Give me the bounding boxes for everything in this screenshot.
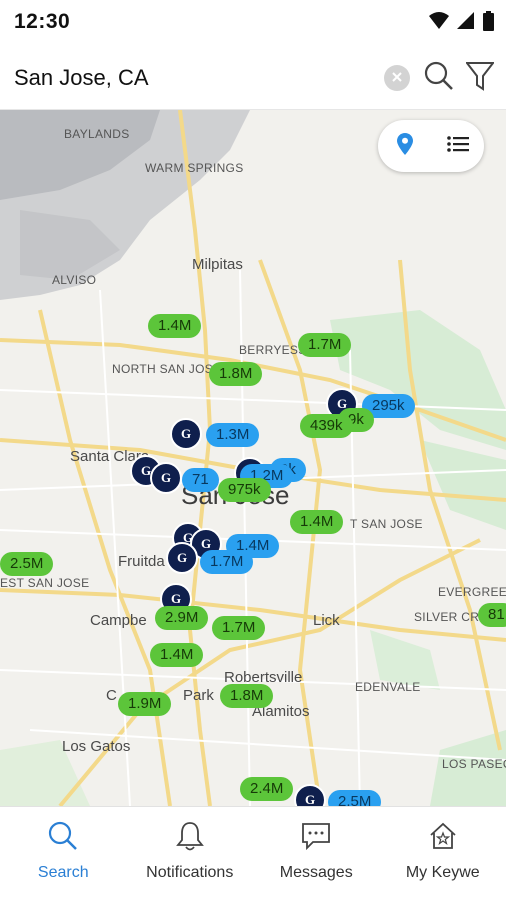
place-label: Milpitas — [192, 256, 243, 273]
place-label: LOS PASEO — [442, 757, 506, 771]
map-view-button[interactable] — [378, 120, 431, 172]
place-label: EST SAN JOSE — [0, 576, 90, 590]
brokerage-pin[interactable]: G — [170, 418, 202, 450]
list-view-button[interactable] — [431, 120, 484, 172]
price-marker[interactable]: 81 — [478, 603, 506, 627]
status-icons — [429, 11, 494, 36]
price-marker[interactable]: 2.9M — [155, 606, 209, 630]
price-marker[interactable]: 439k — [300, 414, 353, 438]
nav-label: Notifications — [146, 864, 234, 881]
place-label: Campbe — [90, 612, 147, 629]
nav-search[interactable]: Search — [0, 807, 127, 900]
price-marker[interactable]: 1.4M — [290, 510, 344, 534]
price-marker[interactable]: 975k — [218, 478, 271, 502]
nav-label: My Keywe — [405, 864, 480, 881]
close-icon — [392, 69, 402, 87]
price-marker[interactable]: 1.7M — [212, 616, 266, 640]
map-list-toggle — [378, 120, 484, 172]
price-marker[interactable]: 2.5M — [0, 552, 54, 576]
wifi-icon — [429, 12, 449, 35]
search-icon — [424, 61, 454, 96]
search-button[interactable] — [422, 61, 456, 95]
place-label: BERRYESS — [239, 343, 307, 357]
place-label: ALVISO — [52, 273, 97, 287]
search-icon — [48, 821, 78, 856]
place-label: WARM SPRINGS — [145, 161, 244, 175]
list-icon — [446, 135, 469, 158]
place-label: C — [106, 687, 117, 704]
price-marker[interactable]: 1.8M — [209, 362, 263, 386]
clear-search-button[interactable] — [384, 65, 410, 91]
home-star-icon — [428, 821, 458, 856]
cell-signal-icon — [457, 12, 475, 35]
status-time: 12:30 — [14, 10, 71, 33]
brokerage-pin[interactable]: G — [150, 462, 182, 494]
price-marker[interactable]: 1.7M — [298, 333, 352, 357]
place-label: EDENVALE — [355, 680, 421, 694]
bell-icon — [175, 821, 204, 856]
nav-label: Messages — [279, 864, 353, 881]
place-label: NORTH SAN JOS — [112, 362, 214, 376]
place-label: BAYLANDS — [64, 127, 130, 141]
price-marker[interactable]: 1.7M — [200, 550, 254, 574]
bottom-nav: Search Notifications Messages My Keywe — [0, 806, 506, 900]
place-label: Fruitda — [118, 553, 165, 570]
nav-messages[interactable]: Messages — [253, 807, 380, 900]
nav-label: Search — [37, 864, 89, 881]
battery-icon — [483, 11, 494, 36]
price-marker[interactable]: 2.4M — [240, 777, 294, 801]
price-marker[interactable]: 1.3M — [206, 423, 260, 447]
price-marker[interactable]: 2.5M — [328, 790, 382, 806]
place-label: Los Gatos — [62, 738, 131, 755]
brokerage-pin[interactable]: G — [166, 542, 198, 574]
place-label: T SAN JOSE — [350, 517, 423, 531]
search-input[interactable] — [14, 60, 374, 96]
location-pin-icon — [396, 132, 413, 160]
nav-my-keywe[interactable]: My Keywe — [380, 807, 506, 900]
message-icon — [301, 821, 331, 856]
price-marker[interactable]: 1.9M — [118, 692, 172, 716]
price-marker[interactable]: 1.4M — [150, 643, 204, 667]
nav-notifications[interactable]: Notifications — [127, 807, 254, 900]
place-label: Lick — [313, 612, 340, 629]
place-label: EVERGREEN — [438, 585, 506, 599]
price-marker[interactable]: 71 — [182, 468, 219, 492]
search-bar — [0, 46, 506, 110]
place-label: Park — [183, 687, 214, 704]
map-view[interactable]: BAYLANDS WARM SPRINGS ALVISO Milpitas BE… — [0, 110, 506, 806]
price-marker[interactable]: 1.4M — [148, 314, 202, 338]
filter-button[interactable] — [464, 61, 496, 95]
status-bar: 12:30 — [0, 0, 506, 46]
price-marker[interactable]: 1.8M — [220, 684, 274, 708]
filter-icon — [464, 61, 496, 96]
place-label: SILVER CR — [414, 610, 480, 624]
